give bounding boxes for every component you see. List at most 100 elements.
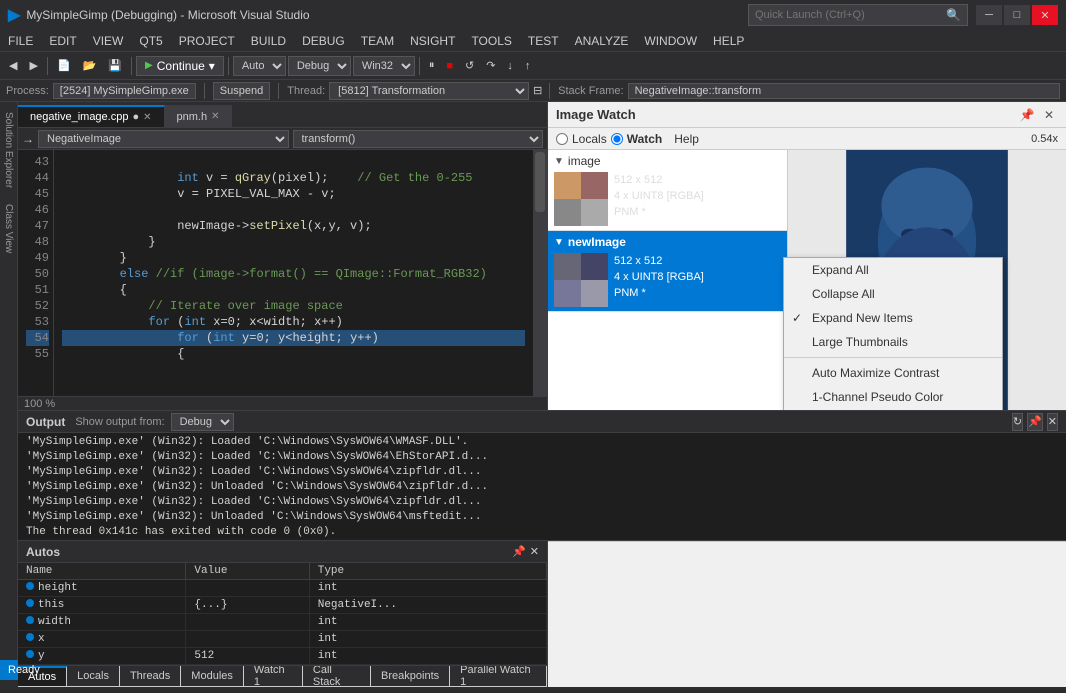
quick-launch-input[interactable] xyxy=(755,9,946,21)
autos-dot-x xyxy=(26,633,34,641)
tab-pnm-h[interactable]: pnm.h ✕ xyxy=(165,105,233,127)
btab-threads[interactable]: Threads xyxy=(120,666,181,686)
autos-col-name: Name xyxy=(18,563,186,580)
cm-sep-1 xyxy=(784,357,1002,358)
output-content: 'MySimpleGimp.exe' (Win32): Loaded 'C:\W… xyxy=(18,433,1066,540)
iw-image-name: image xyxy=(568,154,601,168)
autos-type-y: int xyxy=(309,648,546,665)
expand-newimage-icon[interactable]: ▼ xyxy=(554,237,564,248)
btab-breakpoints[interactable]: Breakpoints xyxy=(371,666,450,686)
menu-item-tools[interactable]: TOOLS xyxy=(463,30,519,52)
menu-item-project[interactable]: PROJECT xyxy=(171,30,243,52)
menu-item-test[interactable]: TEST xyxy=(520,30,567,52)
continue-button[interactable]: ▶ Continue ▾ xyxy=(136,56,224,76)
restart-button[interactable]: ↺ xyxy=(460,55,479,77)
menu-item-build[interactable]: BUILD xyxy=(243,30,294,52)
autos-value-x xyxy=(186,631,309,648)
minimize-button[interactable]: ─ xyxy=(976,5,1002,25)
iw-item-newimage-header[interactable]: ▼ newImage xyxy=(548,231,787,253)
vs-icon: ▶ xyxy=(8,5,20,25)
new-file-button[interactable]: 📄 xyxy=(52,55,76,77)
cm-expand-new-items[interactable]: Expand New Items xyxy=(784,306,1002,330)
autos-close-button[interactable]: ✕ xyxy=(530,545,539,558)
cm-auto-maximize[interactable]: Auto Maximize Contrast xyxy=(784,361,1002,385)
autos-dot-y xyxy=(26,650,34,658)
watch-radio[interactable] xyxy=(611,133,623,145)
debug-select[interactable]: Debug xyxy=(288,56,351,76)
iw-item-image-header[interactable]: ▼ image xyxy=(548,150,787,172)
autos-dot-this xyxy=(26,599,34,607)
code-line-50: else //if (image->format() == QImage::Fo… xyxy=(62,266,525,282)
output-pin-button[interactable]: 📌 xyxy=(1027,413,1043,431)
cm-large-thumbnails[interactable]: Large Thumbnails xyxy=(784,330,1002,354)
menu-item-nsight[interactable]: NSIGHT xyxy=(402,30,463,52)
stepinto-button[interactable]: ↓ xyxy=(502,55,518,77)
solution-config-select[interactable]: Auto xyxy=(233,56,286,76)
output-refresh-button[interactable]: ↻ xyxy=(1012,413,1023,431)
platform-select[interactable]: Win32 xyxy=(353,56,415,76)
menu-item-view[interactable]: VIEW xyxy=(85,30,132,52)
close-button[interactable]: ✕ xyxy=(1032,5,1058,25)
stackframe-label: Stack Frame: xyxy=(558,85,623,97)
menu-item-team[interactable]: TEAM xyxy=(353,30,402,52)
tab-modified-icon: ● xyxy=(132,111,139,123)
tab-close-icon[interactable]: ✕ xyxy=(143,112,151,123)
btab-modules[interactable]: Modules xyxy=(181,666,244,686)
btab-locals[interactable]: Locals xyxy=(67,666,120,686)
watch-tab[interactable]: Watch xyxy=(627,132,663,146)
btab-callstack[interactable]: Call Stack xyxy=(303,666,371,686)
editor-scrollbar-thumb[interactable] xyxy=(535,152,545,212)
cm-expand-all[interactable]: Expand All xyxy=(784,258,1002,282)
stop-button[interactable]: ■ xyxy=(441,55,458,77)
main-area: Solution Explorer Class View negative_im… xyxy=(0,102,1066,660)
maximize-button[interactable]: □ xyxy=(1004,5,1030,25)
cm-4channel[interactable]: 4-Channel Ignore Alpha xyxy=(784,409,1002,410)
menu-item-window[interactable]: WINDOW xyxy=(636,30,705,52)
iw-close-button[interactable]: ✕ xyxy=(1040,106,1058,124)
output-source-select[interactable]: Debug xyxy=(171,413,234,431)
iw-item-newimage[interactable]: ▼ newImage xyxy=(548,231,787,312)
tab-negative-image-cpp[interactable]: negative_image.cpp ● ✕ xyxy=(18,105,165,127)
help-tab[interactable]: Help xyxy=(674,132,699,146)
open-button[interactable]: 📂 xyxy=(78,55,102,77)
editor-scrollbar[interactable] xyxy=(533,150,547,396)
output-close-button[interactable]: ✕ xyxy=(1047,413,1058,431)
solution-explorer-tab[interactable]: Solution Explorer xyxy=(1,106,16,194)
menu-item-file[interactable]: FILE xyxy=(0,30,41,52)
btab-watch1[interactable]: Watch 1 xyxy=(244,666,303,686)
autos-col-type: Type xyxy=(309,563,546,580)
menu-item-edit[interactable]: EDIT xyxy=(41,30,84,52)
menu-item-analyze[interactable]: ANALYZE xyxy=(567,30,637,52)
back-button[interactable]: ◀ xyxy=(4,55,22,77)
locals-radio[interactable] xyxy=(556,133,568,145)
class-selector[interactable]: NegativeImage xyxy=(38,130,289,148)
nav-back-icon[interactable]: → xyxy=(22,132,34,146)
iw-item-image[interactable]: ▼ image xyxy=(548,150,787,231)
status-text: Ready xyxy=(8,664,40,676)
save-button[interactable]: 💾 xyxy=(103,55,127,77)
stepover-button[interactable]: ↷ xyxy=(481,55,500,77)
suspend-button[interactable]: Suspend xyxy=(213,82,270,100)
quick-launch-container: 🔍 xyxy=(748,4,968,26)
btab-parallel-watch[interactable]: Parallel Watch 1 xyxy=(450,666,547,686)
method-selector[interactable]: transform() xyxy=(293,130,544,148)
autos-pin-button[interactable]: 📌 xyxy=(512,545,526,558)
expand-image-icon[interactable]: ▼ xyxy=(554,156,564,167)
class-view-tab[interactable]: Class View xyxy=(1,198,16,259)
menu-bar: FILEEDITVIEWQT5PROJECTBUILDDEBUGTEAMNSIG… xyxy=(0,30,1066,52)
menu-item-debug[interactable]: DEBUG xyxy=(294,30,353,52)
locals-tab[interactable]: Locals xyxy=(572,132,607,146)
tab-pnm-close-icon[interactable]: ✕ xyxy=(211,111,219,122)
stepout-button[interactable]: ↑ xyxy=(520,55,536,77)
pause-button[interactable]: ⏸ xyxy=(424,55,440,77)
thread-select[interactable]: [5812] Transformation xyxy=(329,82,529,100)
stackframe-value: NegativeImage::transform xyxy=(628,83,1060,99)
toolbar-separator-1 xyxy=(47,57,48,75)
cm-collapse-all[interactable]: Collapse All xyxy=(784,282,1002,306)
iw-pin-button[interactable]: 📌 xyxy=(1018,106,1036,124)
code-line-55: { xyxy=(62,346,525,362)
cm-1channel[interactable]: 1-Channel Pseudo Color xyxy=(784,385,1002,409)
forward-button[interactable]: ▶ xyxy=(24,55,42,77)
menu-item-help[interactable]: HELP xyxy=(705,30,752,52)
menu-item-qt5[interactable]: QT5 xyxy=(131,30,170,52)
